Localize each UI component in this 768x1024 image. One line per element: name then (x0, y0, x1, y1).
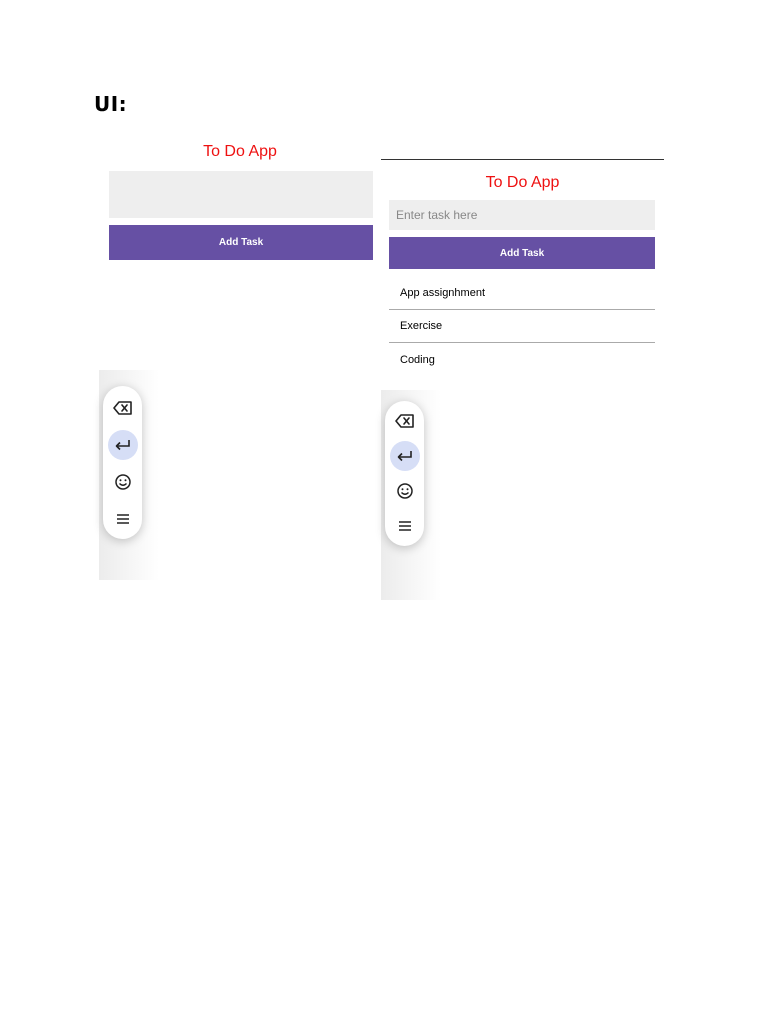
task-item[interactable]: Coding (389, 343, 655, 376)
enter-icon (397, 451, 412, 462)
add-task-button[interactable]: Add Task (109, 225, 373, 260)
emoji-icon (396, 483, 413, 499)
emoji-key[interactable] (390, 476, 420, 506)
task-input[interactable] (389, 200, 655, 230)
enter-key[interactable] (107, 430, 138, 460)
add-task-button[interactable]: Add Task (389, 237, 655, 269)
task-item[interactable]: Exercise (389, 310, 655, 343)
backspace-key[interactable] (108, 393, 138, 423)
menu-key[interactable] (390, 511, 420, 541)
backspace-key[interactable] (390, 406, 420, 436)
backspace-icon (112, 401, 132, 415)
document-heading: UI: (94, 92, 128, 116)
floating-keyboard-toolbar (385, 401, 424, 546)
screen-empty-state: To Do App Add Task (99, 140, 380, 580)
enter-icon (115, 440, 130, 451)
menu-icon (116, 514, 129, 524)
enter-key[interactable] (389, 441, 420, 471)
app-title: To Do App (203, 143, 277, 160)
task-item[interactable]: App assignhment (389, 277, 655, 310)
backspace-icon (394, 414, 414, 428)
app-title: To Do App (485, 174, 560, 191)
emoji-key[interactable] (108, 467, 138, 497)
task-input[interactable] (109, 171, 373, 218)
floating-keyboard-toolbar (103, 386, 142, 539)
emoji-icon (114, 474, 131, 490)
task-list: App assignhment Exercise Coding (389, 277, 655, 376)
menu-key[interactable] (108, 504, 138, 534)
menu-icon (398, 521, 411, 531)
screen-with-tasks: To Do App Add Task App assignhment Exerc… (381, 159, 664, 600)
